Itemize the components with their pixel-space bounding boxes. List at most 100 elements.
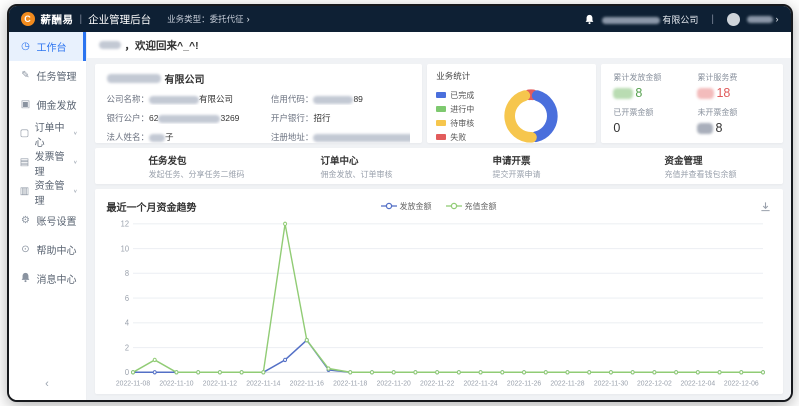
quick-action-desc: 佣金发放、订单审核 — [321, 169, 439, 180]
legend-label: 发放金额 — [400, 201, 432, 212]
svg-text:2022-11-16: 2022-11-16 — [289, 379, 323, 387]
redacted-text — [107, 74, 161, 83]
legend-label: 失败 — [450, 132, 466, 143]
redacted-text — [697, 123, 713, 134]
svg-text:2022-12-02: 2022-12-02 — [637, 379, 672, 387]
chevron-down-icon: ∨ — [73, 131, 77, 137]
header-company[interactable]: 有限公司 — [602, 13, 699, 26]
stat-累计服务费: 累计服务费18 — [697, 72, 770, 100]
business-type-label: 业务类型：委托代征 — [167, 13, 244, 25]
stat-value: 0 — [613, 121, 697, 135]
line-legend-item[interactable]: 发放金额 — [381, 201, 432, 212]
quick-action-title: 任务发包 — [149, 153, 267, 167]
company-field-value: 623269 — [149, 113, 239, 123]
svg-text:2022-11-24: 2022-11-24 — [463, 379, 497, 387]
svg-text:4: 4 — [124, 318, 129, 327]
quick-action-desc: 发起任务、分享任务二维码 — [149, 169, 267, 180]
header-divider: | — [80, 14, 83, 25]
donut-legend-item[interactable]: 失败 — [436, 132, 474, 143]
company-field-value — [313, 132, 410, 142]
sidebar: ◷工作台✎任务管理▣佣金发放▢订单中心∨▤发票管理∨ ▥ 资金管理 ∨ ⚙ 账号设置 ⊙帮助… — [9, 32, 87, 400]
quick-action-apply-invoice[interactable]: 申请开票提交开票申请 — [439, 153, 611, 180]
legend-swatch — [436, 134, 446, 140]
company-field-value: 有限公司 — [149, 93, 233, 105]
svg-text:2022-11-08: 2022-11-08 — [115, 379, 149, 387]
bell-icon[interactable] — [584, 14, 595, 25]
line-legend-item[interactable]: 充值金额 — [446, 201, 497, 212]
svg-text:2022-11-30: 2022-11-30 — [593, 379, 627, 387]
company-field-label: 开户银行： — [271, 112, 314, 124]
legend-swatch — [436, 106, 446, 112]
download-icon[interactable] — [760, 201, 771, 212]
settings-icon: ⚙ — [20, 215, 32, 226]
company-field-value: 89 — [313, 94, 362, 104]
company-field: 开户银行：招行 — [271, 112, 410, 124]
brand-name: 薪酬易 — [41, 12, 74, 27]
quick-action-order-center[interactable]: 订单中心佣金发放、订单审核 — [267, 153, 439, 180]
redacted-text — [747, 16, 773, 23]
redacted-text — [613, 88, 633, 99]
business-stats-card: 业务统计 已完成进行中待审核失败 — [427, 64, 596, 143]
top-header: C 薪酬易 | 企业管理后台 业务类型：委托代征 › 有限公司 | › — [9, 6, 791, 32]
sidebar-item-settings[interactable]: ⚙ 账号设置 — [9, 206, 86, 235]
sidebar-item-help[interactable]: ⊙帮助中心 — [9, 235, 86, 264]
sidebar-item-label: 资金管理 — [35, 177, 69, 207]
sidebar-item-funds[interactable]: ▥资金管理∨ — [9, 177, 86, 206]
chevron-down-icon: ∨ — [73, 160, 77, 166]
svg-text:2: 2 — [124, 343, 128, 352]
svg-text:6: 6 — [124, 293, 129, 302]
main-content: ，欢迎回来^_^! 有限公司 公司名称：有限公司信用代码：89银行公户：6232… — [87, 32, 791, 400]
chevron-right-icon: › — [247, 14, 250, 24]
business-donut-chart — [500, 85, 562, 147]
quick-actions: 任务发包发起任务、分享任务二维码订单中心佣金发放、订单审核申请开票提交开票申请资… — [95, 148, 783, 184]
svg-text:2022-11-10: 2022-11-10 — [159, 379, 193, 387]
redacted-text — [697, 88, 714, 99]
sidebar-item-bell[interactable]: 消息中心 — [9, 264, 86, 293]
sidebar-item-orders[interactable]: ▢订单中心∨ — [9, 119, 86, 148]
legend-label: 进行中 — [450, 104, 474, 115]
donut-legend-item[interactable]: 进行中 — [436, 104, 474, 115]
avatar[interactable] — [727, 13, 740, 26]
legend-label: 待审核 — [450, 118, 474, 129]
sidebar-item-label: 工作台 — [37, 39, 67, 54]
company-field-label: 公司名称： — [107, 93, 150, 105]
funds-icon: ▥ — [20, 186, 30, 197]
donut-legend-item[interactable]: 已完成 — [436, 90, 474, 101]
company-field-value: 子 — [149, 131, 174, 143]
redacted-text — [99, 41, 121, 49]
stat-未开票金额: 未开票金额 8 — [697, 107, 770, 135]
business-type-selector[interactable]: 业务类型：委托代征 › — [167, 13, 250, 25]
stat-value: 8 — [613, 86, 697, 100]
sidebar-item-label: 消息中心 — [37, 271, 77, 286]
sidebar-item-invoice[interactable]: ▤发票管理∨ — [9, 148, 86, 177]
company-field: 注册地址： — [271, 131, 410, 143]
user-menu[interactable]: › — [747, 14, 779, 24]
company-title: 有限公司 — [107, 71, 411, 86]
sidebar-item-label: 账号设置 — [37, 213, 77, 228]
donut-legend-item[interactable]: 待审核 — [436, 118, 474, 129]
company-field: 公司名称：有限公司 — [107, 93, 271, 105]
sidebar-item-tasks[interactable]: ✎任务管理 — [9, 61, 86, 90]
company-info-card: 有限公司 公司名称：有限公司信用代码：89银行公户：623269开户银行：招行法… — [95, 64, 423, 143]
stat-累计发放金额: 累计发放金额8 — [613, 72, 697, 100]
sidebar-item-label: 佣金发放 — [37, 97, 77, 112]
sidebar-item-commission[interactable]: ▣佣金发放 — [9, 90, 86, 119]
redacted-text — [313, 134, 410, 142]
svg-text:2022-12-06: 2022-12-06 — [723, 379, 758, 387]
sidebar-collapse-button[interactable]: ‹ — [9, 370, 86, 400]
stat-label: 已开票金额 — [613, 107, 697, 118]
stat-label: 未开票金额 — [697, 107, 770, 118]
company-field-label: 注册地址： — [271, 131, 314, 143]
sidebar-item-workbench[interactable]: ◷工作台 — [9, 32, 86, 61]
stat-label: 累计服务费 — [697, 72, 770, 83]
app-logo-icon: C — [21, 12, 35, 26]
bell-icon — [20, 272, 32, 286]
welcome-banner: ，欢迎回来^_^! — [87, 32, 791, 58]
quick-action-desc: 提交开票申请 — [493, 169, 611, 180]
svg-text:0: 0 — [124, 368, 129, 377]
svg-text:2022-11-14: 2022-11-14 — [246, 379, 280, 387]
stat-value: 8 — [697, 121, 770, 135]
quick-action-task-dispatch[interactable]: 任务发包发起任务、分享任务二维码 — [95, 153, 267, 180]
quick-action-funds-management[interactable]: 资金管理充值并查看钱包余额 — [611, 153, 783, 180]
company-field-label: 信用代码： — [271, 93, 314, 105]
